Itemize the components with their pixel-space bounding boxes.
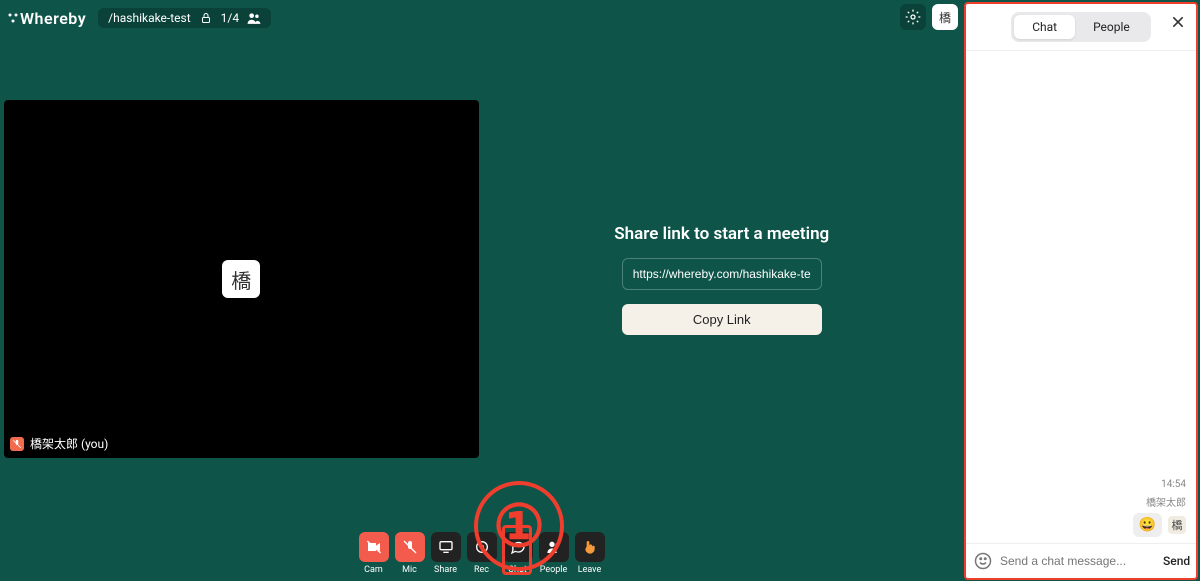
room-info[interactable]: /hashikake-test 1/4: [98, 8, 271, 28]
leave-button[interactable]: [575, 532, 605, 562]
chat-message: 14:54 橋架太郎 😀 橋: [1133, 479, 1186, 537]
people-icon: [247, 11, 261, 25]
mic-button[interactable]: [395, 532, 425, 562]
panel-tabs: Chat People: [1011, 12, 1151, 42]
share-link-input[interactable]: [622, 258, 822, 290]
rec-label: Rec: [474, 565, 489, 575]
gear-icon: [905, 9, 921, 25]
tab-people[interactable]: People: [1075, 15, 1148, 39]
message-time: 14:54: [1161, 479, 1186, 490]
message-avatar: 橋: [1168, 516, 1186, 534]
top-right-controls: 橋: [900, 4, 958, 30]
tab-chat[interactable]: Chat: [1014, 15, 1075, 39]
close-icon: [1170, 14, 1186, 30]
screen-icon: [438, 539, 454, 555]
chat-body: ② 14:54 橋架太郎 😀 橋: [966, 51, 1196, 543]
chat-footer: Send: [966, 543, 1196, 578]
chat-input[interactable]: [1000, 554, 1155, 568]
avatar-char: 橋: [939, 9, 951, 26]
logo-text: Whereby: [20, 9, 86, 28]
logo-dots-icon: [8, 11, 18, 25]
settings-button[interactable]: [900, 4, 926, 30]
cam-button[interactable]: [359, 532, 389, 562]
annotation-chat-highlight: [502, 525, 532, 575]
wave-icon: [582, 539, 598, 555]
leave-label: Leave: [578, 565, 602, 575]
participant-count: 1/4: [221, 11, 239, 25]
profile-avatar-button[interactable]: 橋: [932, 4, 958, 30]
share-button[interactable]: [431, 532, 461, 562]
share-title: Share link to start a meeting: [614, 224, 829, 244]
cam-label: Cam: [364, 565, 383, 575]
people-label: People: [540, 565, 568, 575]
share-panel: Share link to start a meeting Copy Link: [485, 100, 960, 458]
self-avatar: 橋: [222, 260, 260, 298]
panel-header: Chat People: [966, 4, 1196, 51]
emoji-picker-button[interactable]: [974, 552, 992, 570]
message-sender: 橋架太郎: [1146, 494, 1186, 509]
lock-icon: [199, 11, 213, 25]
copy-link-button[interactable]: Copy Link: [622, 304, 822, 335]
self-video-tile[interactable]: 橋 橋架太郎 (you): [4, 100, 479, 458]
logo: Whereby: [8, 9, 86, 28]
room-name: /hashikake-test: [108, 11, 190, 25]
chat-panel: Chat People ② 14:54 橋架太郎 😀 橋 Send: [964, 2, 1198, 580]
send-button[interactable]: Send: [1163, 554, 1190, 568]
mic-off-icon: [402, 539, 418, 555]
mic-muted-icon: [10, 437, 24, 451]
close-panel-button[interactable]: [1170, 14, 1186, 30]
share-label: Share: [434, 565, 457, 575]
camera-off-icon: [366, 539, 382, 555]
mic-label: Mic: [402, 565, 417, 575]
message-content: 😀: [1133, 513, 1162, 537]
video-grid: 橋 橋架太郎 (you) Share link to start a meeti…: [4, 100, 959, 458]
self-name-label: 橋架太郎 (you): [10, 435, 108, 452]
